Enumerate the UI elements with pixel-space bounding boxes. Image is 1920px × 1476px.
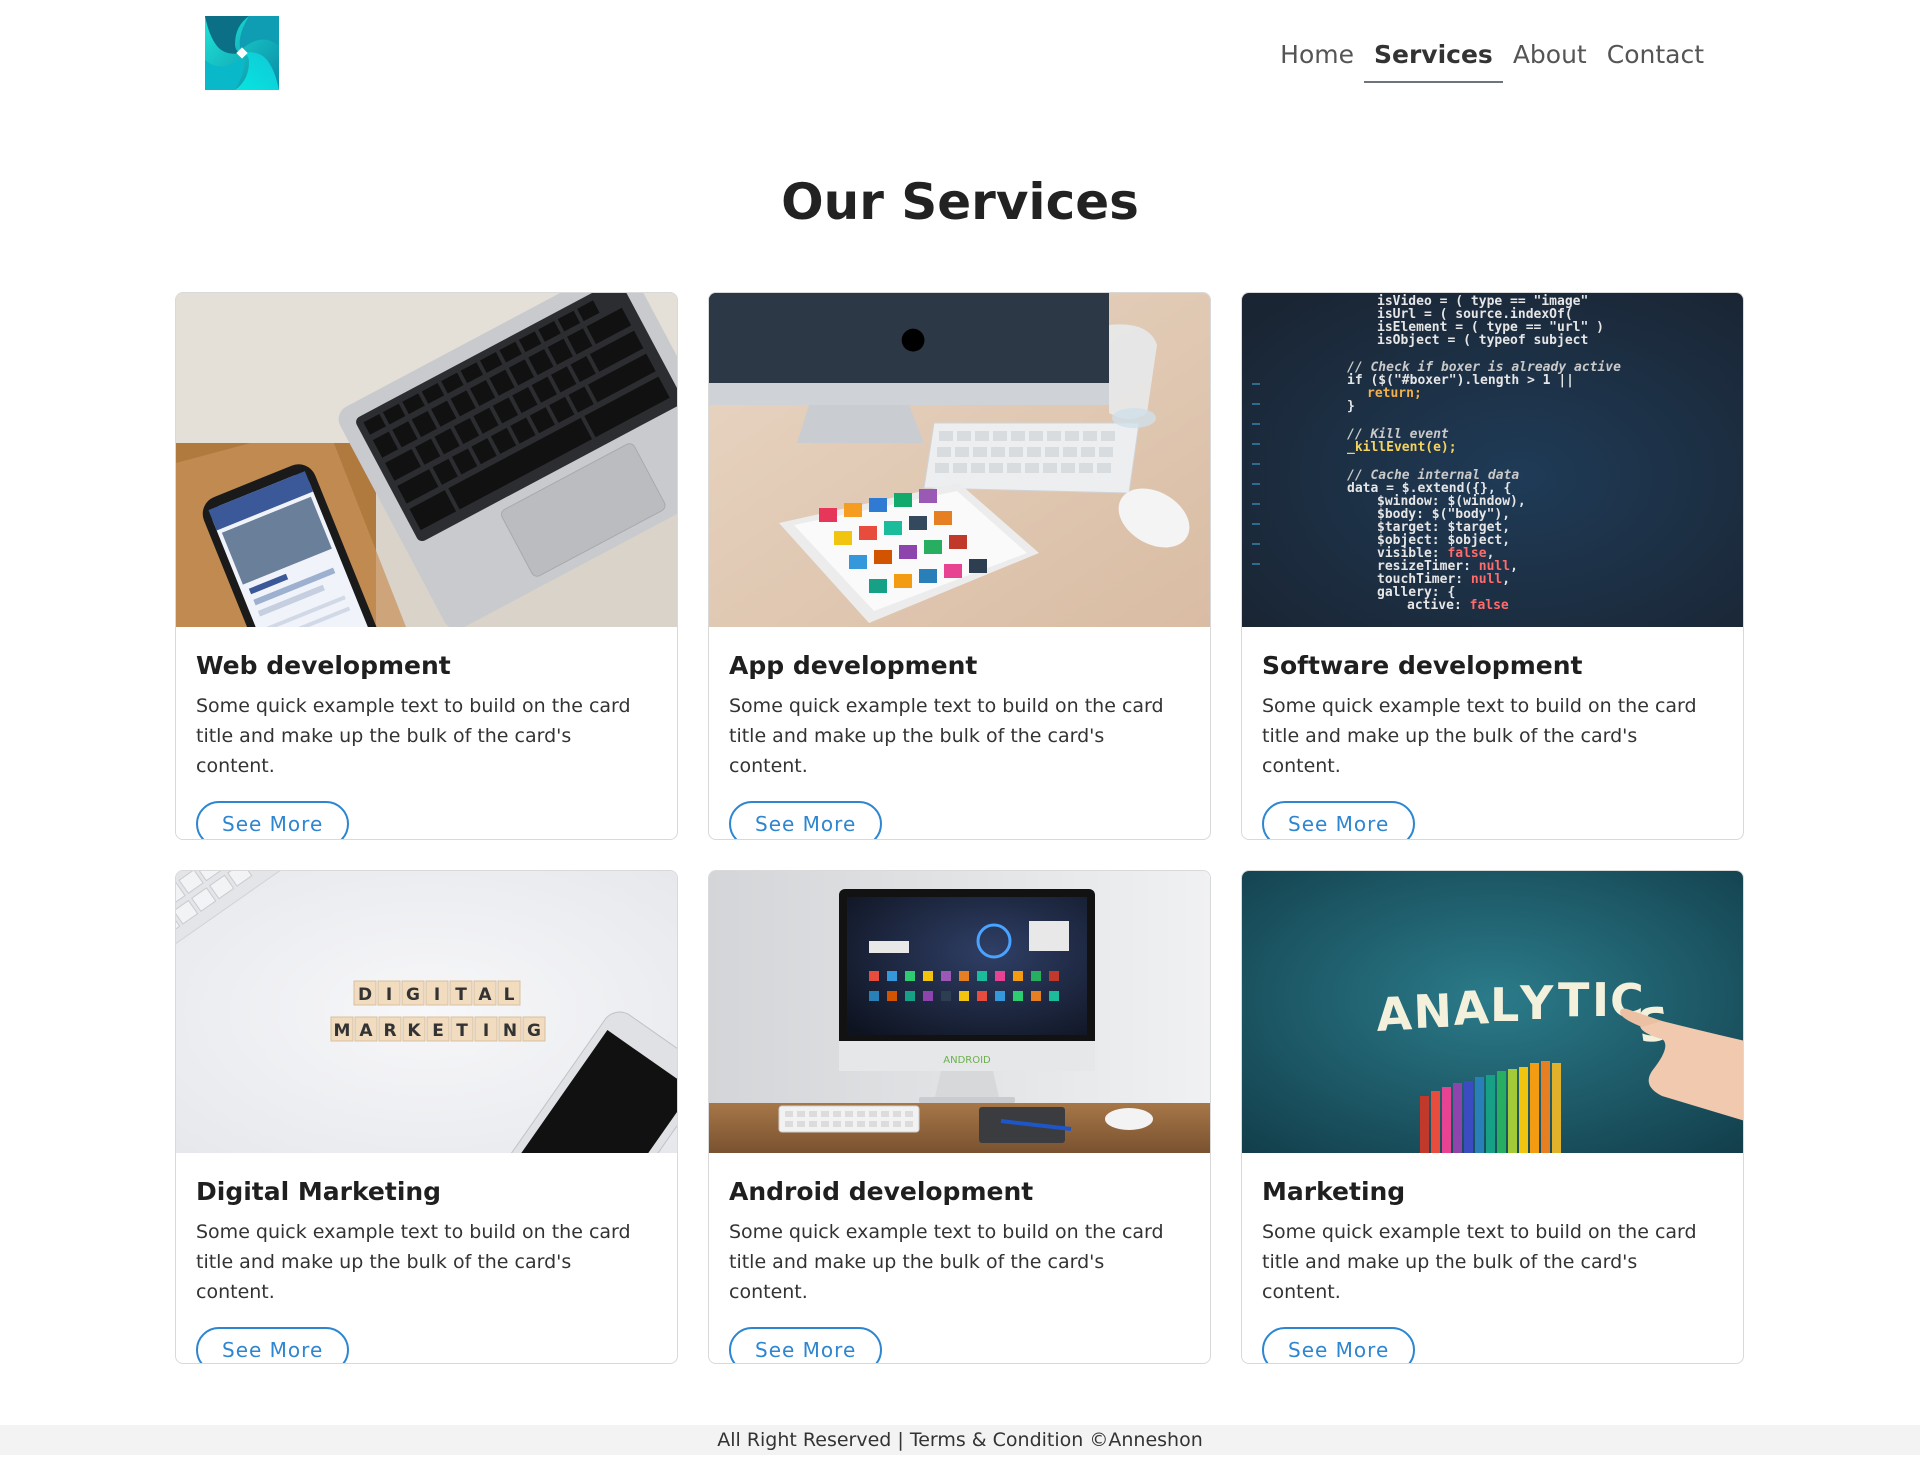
services-grid: Web development Some quick example text … [175, 292, 1745, 1364]
analytics-chalkboard-photo: A N A L Y T I C S [1242, 871, 1743, 1153]
footer-text: All Right Reserved | Terms & Condition ©… [717, 1429, 1203, 1451]
see-more-button[interactable]: See More [196, 1327, 350, 1363]
page-title: Our Services [781, 173, 1139, 231]
svg-text:L: L [504, 985, 515, 1005]
svg-text:E: E [432, 1021, 444, 1041]
logo-icon [205, 16, 279, 90]
card-text: Some quick example text to build on the … [196, 695, 631, 777]
digital-marketing-tiles-photo: DIGITAL MARKETING [176, 871, 677, 1153]
svg-text:Y: Y [1519, 976, 1554, 1030]
card-text: Some quick example text to build on the … [1262, 1221, 1697, 1303]
see-more-button[interactable]: See More [729, 1327, 883, 1363]
footer: All Right Reserved | Terms & Condition ©… [0, 1425, 1920, 1455]
laptop-and-phone-photo [176, 293, 677, 627]
svg-text:I: I [483, 1021, 489, 1041]
svg-text:isObject = ( typeof subject: isObject = ( typeof subject [1377, 333, 1588, 348]
card-text: Some quick example text to build on the … [1262, 695, 1697, 777]
svg-text:A: A [359, 1021, 373, 1041]
svg-text:G: G [527, 1021, 541, 1041]
svg-text:T: T [455, 985, 467, 1005]
svg-text:I: I [386, 985, 392, 1005]
nav-about[interactable]: About [1503, 30, 1597, 83]
marketing-tiles: MARKETING [330, 1016, 546, 1042]
svg-text:T: T [456, 1021, 468, 1041]
see-more-button[interactable]: See More [1262, 1327, 1416, 1363]
card-text: Some quick example text to build on the … [729, 695, 1164, 777]
card-title: Software development [1262, 651, 1583, 680]
card-body: Android development Some quick example t… [709, 1153, 1210, 1363]
svg-text:●: ● [900, 321, 926, 356]
navbar: Home Services About Contact [0, 0, 1920, 110]
svg-text:I: I [434, 985, 440, 1005]
service-card-web-development: Web development Some quick example text … [175, 292, 678, 840]
imac-and-tablet-photo: ● [709, 293, 1210, 627]
nav-contact[interactable]: Contact [1597, 30, 1714, 83]
svg-text:ANDROID: ANDROID [943, 1055, 991, 1066]
svg-text:A: A [1452, 980, 1491, 1036]
nav-services[interactable]: Services [1364, 30, 1503, 83]
svg-text:A: A [478, 985, 492, 1005]
svg-text:L: L [1490, 978, 1519, 1032]
card-title: Marketing [1262, 1177, 1406, 1206]
card-title: App development [729, 651, 978, 680]
code-screen-photo: isVideo = ( type == "image" isUrl = ( so… [1242, 293, 1743, 627]
see-more-button[interactable]: See More [196, 801, 350, 839]
card-title: Digital Marketing [196, 1177, 442, 1206]
card-body: Digital Marketing Some quick example tex… [176, 1153, 677, 1363]
card-body: App development Some quick example text … [709, 627, 1210, 839]
card-text: Some quick example text to build on the … [196, 1221, 631, 1303]
digital-tiles: DIGITAL [353, 980, 521, 1006]
svg-text:A: A [1375, 986, 1414, 1042]
card-body: Web development Some quick example text … [176, 627, 677, 839]
card-body: Software development Some quick example … [1242, 627, 1743, 839]
android-monitor-photo: ANDROID [709, 871, 1210, 1153]
see-more-button[interactable]: See More [1262, 801, 1416, 839]
service-card-android-development: ANDROID Android development Some quick e… [708, 870, 1211, 1364]
svg-text:M: M [334, 1021, 351, 1041]
card-text: Some quick example text to build on the … [729, 1221, 1164, 1303]
svg-text:I: I [1592, 973, 1609, 1027]
card-body: Marketing Some quick example text to bui… [1242, 1153, 1743, 1363]
svg-text:active: false: active: false [1407, 598, 1509, 613]
see-more-button[interactable]: See More [729, 801, 883, 839]
svg-text:N: N [1412, 984, 1452, 1039]
main-nav: Home Services About Contact [1270, 30, 1714, 83]
svg-text:K: K [407, 1021, 421, 1041]
svg-text:_killEvent(e);: _killEvent(e); [1347, 440, 1457, 455]
svg-text:return;: return; [1367, 386, 1422, 401]
svg-text:G: G [406, 985, 420, 1005]
svg-text:R: R [383, 1021, 396, 1041]
card-title: Web development [196, 651, 451, 680]
service-card-software-development: isVideo = ( type == "image" isUrl = ( so… [1241, 292, 1744, 840]
service-card-marketing: A N A L Y T I C S [1241, 870, 1744, 1364]
svg-text:N: N [503, 1021, 517, 1041]
service-card-app-development: ● App development Some quick example tex… [708, 292, 1211, 840]
brand-logo[interactable] [205, 16, 279, 90]
nav-home[interactable]: Home [1270, 30, 1364, 83]
svg-text:D: D [358, 985, 372, 1005]
service-card-digital-marketing: DIGITAL MARKETING Digital Marketing Some… [175, 870, 678, 1364]
svg-text:T: T [1558, 973, 1590, 1027]
card-title: Android development [729, 1177, 1034, 1206]
svg-text:}: } [1347, 399, 1355, 414]
